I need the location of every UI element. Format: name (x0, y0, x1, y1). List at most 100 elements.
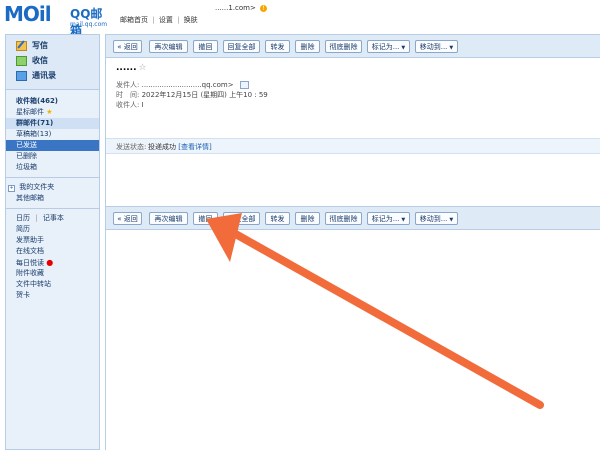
view-details-link[interactable]: [查看详情] (178, 143, 211, 151)
recipient-row: 收件人: I (116, 100, 144, 110)
move-to-dropdown[interactable]: 移动到... ▼ (415, 40, 458, 53)
move-to-label: 移动到... (419, 215, 448, 223)
folder-group-mail[interactable]: 群邮件(71) (6, 118, 99, 129)
status-value: 投递成功 [查看详情] (148, 142, 212, 152)
user-email: ......1.com> ! (215, 4, 268, 12)
recall-button[interactable]: 撤回 (193, 212, 218, 225)
chevron-down-icon: ▼ (449, 45, 454, 51)
sender-row: 发件人: ...........................qq.com> (116, 80, 249, 90)
forward-button[interactable]: 转发 (265, 40, 290, 53)
chevron-down-icon: ▼ (401, 45, 406, 51)
add-contact-icon[interactable] (239, 81, 249, 89)
tool-daily-reading[interactable]: 每日悦读 ● (6, 257, 99, 268)
tool-resume[interactable]: 简历 (6, 224, 99, 235)
delete-permanent-button[interactable]: 彻底删除 (325, 40, 362, 53)
sidebar-actions: 写信 收信 通讯录 (6, 35, 99, 90)
time-row: 时 间: 2022年12月15日 (星期四) 上午10 : 59 (116, 90, 268, 100)
nav-separator: | (152, 16, 155, 24)
folder-deleted[interactable]: 已删除 (6, 151, 99, 162)
logo-text: MOil (4, 2, 52, 26)
chevron-down-icon: ▼ (449, 217, 454, 223)
edit-again-button[interactable]: 再次编辑 (149, 40, 188, 53)
mark-as-label: 标记为... (371, 215, 400, 223)
notice-icon[interactable]: ! (260, 4, 268, 12)
receive-button[interactable]: 收信 (6, 53, 99, 68)
contacts-label: 通讯录 (32, 71, 56, 80)
nav-settings[interactable]: 设置 (159, 16, 173, 24)
edit-again-button[interactable]: 再次编辑 (149, 212, 188, 225)
delete-permanent-button[interactable]: 彻底删除 (325, 212, 362, 225)
tool-file-transfer[interactable]: 文件中转站 (6, 279, 99, 290)
nav-separator: | (177, 16, 180, 24)
contacts-icon (16, 70, 27, 81)
folder-list: 收件箱(462) 星标邮件 ★ 群邮件(71) 草稿箱(13) 已发送 已删除 … (6, 90, 99, 301)
tool-attachment-favorites[interactable]: 附件收藏 (6, 268, 99, 279)
chevron-down-icon: ▼ (401, 217, 406, 223)
new-dot-icon: ● (46, 258, 54, 267)
my-folders[interactable]: + 我的文件夹 (6, 182, 99, 193)
tool-separator: | (35, 214, 38, 222)
top-toolbar: « 返回 再次编辑 撤回 回复全部 转发 删除 彻底删除 标记为... ▼ 移动到… (106, 34, 600, 58)
move-to-dropdown[interactable]: 移动到... ▼ (415, 212, 458, 225)
top-nav: 邮箱首页 | 设置 | 换肤 (120, 15, 198, 25)
recipient-label: 收件人: (116, 101, 140, 109)
sidebar-divider (6, 208, 99, 209)
other-mailbox[interactable]: 其他邮箱 (6, 193, 99, 204)
nav-change-skin[interactable]: 换肤 (184, 16, 198, 24)
back-button[interactable]: « 返回 (113, 40, 142, 53)
tool-daily-reading-label: 每日悦读 (16, 259, 44, 267)
star-icon: ★ (46, 108, 53, 116)
tool-invoice-assistant[interactable]: 发票助手 (6, 235, 99, 246)
time-label: 时 间: (116, 91, 140, 99)
inbox-icon (16, 55, 27, 66)
time-value: 2022年12月15日 (星期四) 上午10 : 59 (141, 91, 268, 99)
compose-label: 写信 (32, 41, 48, 50)
recall-button[interactable]: 撤回 (193, 40, 218, 53)
my-folders-label: 我的文件夹 (19, 183, 55, 191)
sidebar: 写信 收信 通讯录 收件箱(462) 星标邮件 ★ 群邮件(71) 草稿箱(13… (5, 34, 100, 450)
sidebar-divider (6, 177, 99, 178)
mark-as-dropdown[interactable]: 标记为... ▼ (367, 212, 410, 225)
qqmail-logo[interactable]: MOil QQ邮箱 mail.qq.com (4, 2, 114, 38)
status-text: 投递成功 (148, 143, 176, 151)
reply-all-button[interactable]: 回复全部 (223, 212, 260, 225)
delete-button[interactable]: 删除 (295, 212, 320, 225)
reply-all-button[interactable]: 回复全部 (223, 40, 260, 53)
expand-icon[interactable]: + (8, 185, 15, 192)
move-to-label: 移动到... (419, 43, 448, 51)
tool-notebook[interactable]: 记事本 (43, 214, 64, 222)
compose-button[interactable]: 写信 (6, 38, 99, 53)
tool-greeting-card[interactable]: 贺卡 (6, 290, 99, 301)
folder-inbox[interactable]: 收件箱(462) (6, 96, 99, 107)
main-content: « 返回 再次编辑 撤回 回复全部 转发 删除 彻底删除 标记为... ▼ 移动到… (105, 34, 600, 450)
user-email-text: ......1.com> (215, 4, 256, 12)
recipient-value[interactable]: I (142, 101, 144, 109)
forward-button[interactable]: 转发 (265, 212, 290, 225)
sender-label: 发件人: (116, 81, 140, 89)
folder-starred-label: 星标邮件 (16, 108, 44, 116)
delivery-status-bar: 发送状态: 投递成功 [查看详情] (106, 138, 600, 154)
message-header: ...... ☆ 发件人: ...........................… (106, 58, 600, 154)
message-subject: ...... ☆ (116, 63, 147, 73)
header: MOil QQ邮箱 mail.qq.com ......1.com> ! 邮箱首… (0, 0, 600, 38)
nav-mail-home[interactable]: 邮箱首页 (120, 16, 148, 24)
delete-button[interactable]: 删除 (295, 40, 320, 53)
receive-label: 收信 (32, 56, 48, 65)
contacts-button[interactable]: 通讯录 (6, 68, 99, 83)
subject-text: ...... (116, 63, 137, 73)
tool-calendar-notebook: 日历 | 记事本 (6, 213, 99, 224)
folder-drafts[interactable]: 草稿箱(13) (6, 129, 99, 140)
tool-calendar[interactable]: 日历 (16, 214, 30, 222)
star-toggle-icon[interactable]: ☆ (139, 63, 147, 73)
sender-value[interactable]: ...........................qq.com> (142, 81, 234, 89)
folder-starred[interactable]: 星标邮件 ★ (6, 107, 99, 118)
mark-as-dropdown[interactable]: 标记为... ▼ (367, 40, 410, 53)
back-button[interactable]: « 返回 (113, 212, 142, 225)
pencil-icon (16, 40, 27, 51)
bottom-toolbar: « 返回 再次编辑 撤回 回复全部 转发 删除 彻底删除 标记为... ▼ 移动到… (106, 206, 600, 230)
tool-online-docs[interactable]: 在线文档 (6, 246, 99, 257)
folder-sent[interactable]: 已发送 (6, 140, 99, 151)
status-label: 发送状态: (116, 143, 147, 151)
mark-as-label: 标记为... (371, 43, 400, 51)
folder-spam[interactable]: 垃圾箱 (6, 162, 99, 173)
